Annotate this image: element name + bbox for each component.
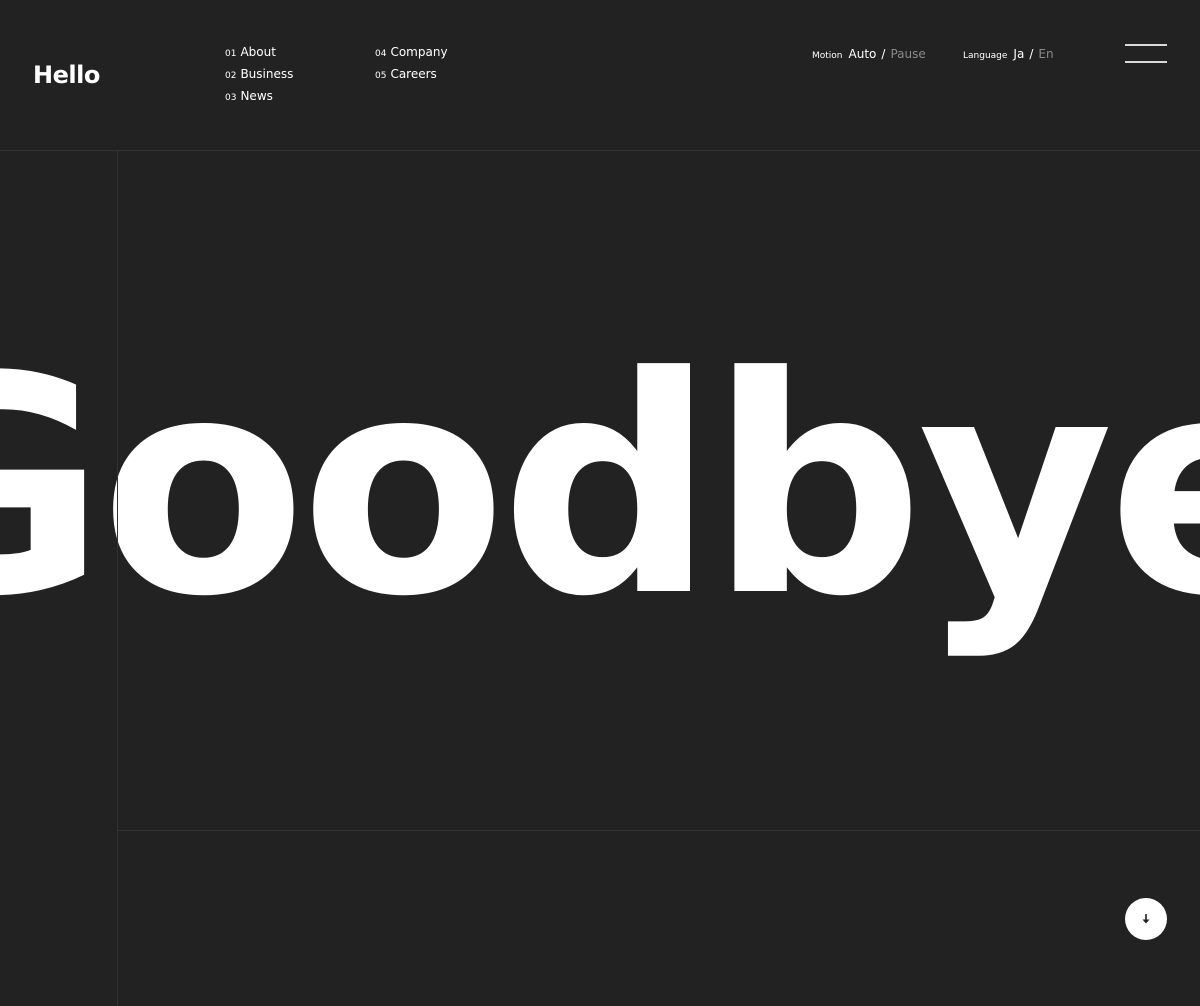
nav-number: 01 bbox=[225, 49, 237, 59]
nav-label: Company bbox=[390, 45, 448, 59]
horizontal-divider bbox=[118, 830, 1200, 831]
nav-label: About bbox=[240, 45, 276, 59]
site-header: Hello 01 About 02 Business 03 News 04 Co… bbox=[0, 0, 1200, 151]
nav-label: Business bbox=[240, 67, 294, 81]
nav-number: 05 bbox=[375, 71, 387, 81]
nav-item-careers[interactable]: 05 Careers bbox=[375, 67, 448, 84]
page: Hello 01 About 02 Business 03 News 04 Co… bbox=[0, 0, 1200, 1006]
nav-number: 02 bbox=[225, 71, 237, 81]
motion-pause-option[interactable]: Pause bbox=[890, 47, 925, 61]
language-ja-option[interactable]: Ja bbox=[1013, 47, 1024, 61]
nav-item-company[interactable]: 04 Company bbox=[375, 45, 448, 62]
motion-title: Motion bbox=[812, 51, 843, 61]
logo[interactable]: Hello bbox=[33, 58, 100, 92]
motion-separator: / bbox=[881, 47, 886, 61]
menu-button[interactable] bbox=[1122, 40, 1170, 68]
vertical-divider bbox=[117, 151, 118, 1006]
arrow-down-icon bbox=[1141, 913, 1151, 925]
nav-item-news[interactable]: 03 News bbox=[225, 89, 293, 106]
language-toggle: Language Ja / En bbox=[963, 47, 1054, 61]
hamburger-icon bbox=[1125, 44, 1167, 46]
hamburger-icon-bar bbox=[1125, 61, 1167, 63]
nav-number: 04 bbox=[375, 49, 387, 59]
motion-auto-option[interactable]: Auto bbox=[849, 47, 877, 61]
nav-number: 03 bbox=[225, 93, 237, 103]
language-separator: / bbox=[1029, 47, 1034, 61]
nav-item-business[interactable]: 02 Business bbox=[225, 67, 293, 84]
motion-toggle: Motion Auto / Pause bbox=[812, 47, 926, 61]
language-title: Language bbox=[963, 51, 1008, 61]
nav-label: Careers bbox=[390, 67, 437, 81]
hero-marquee-text: Goodbye Po bbox=[0, 313, 1200, 662]
nav-column-2: 04 Company 05 Careers bbox=[375, 45, 448, 84]
language-en-option[interactable]: En bbox=[1038, 47, 1053, 61]
nav-column-1: 01 About 02 Business 03 News bbox=[225, 45, 293, 106]
scroll-down-button[interactable] bbox=[1125, 898, 1167, 940]
nav-label: News bbox=[240, 89, 273, 103]
nav-item-about[interactable]: 01 About bbox=[225, 45, 293, 62]
